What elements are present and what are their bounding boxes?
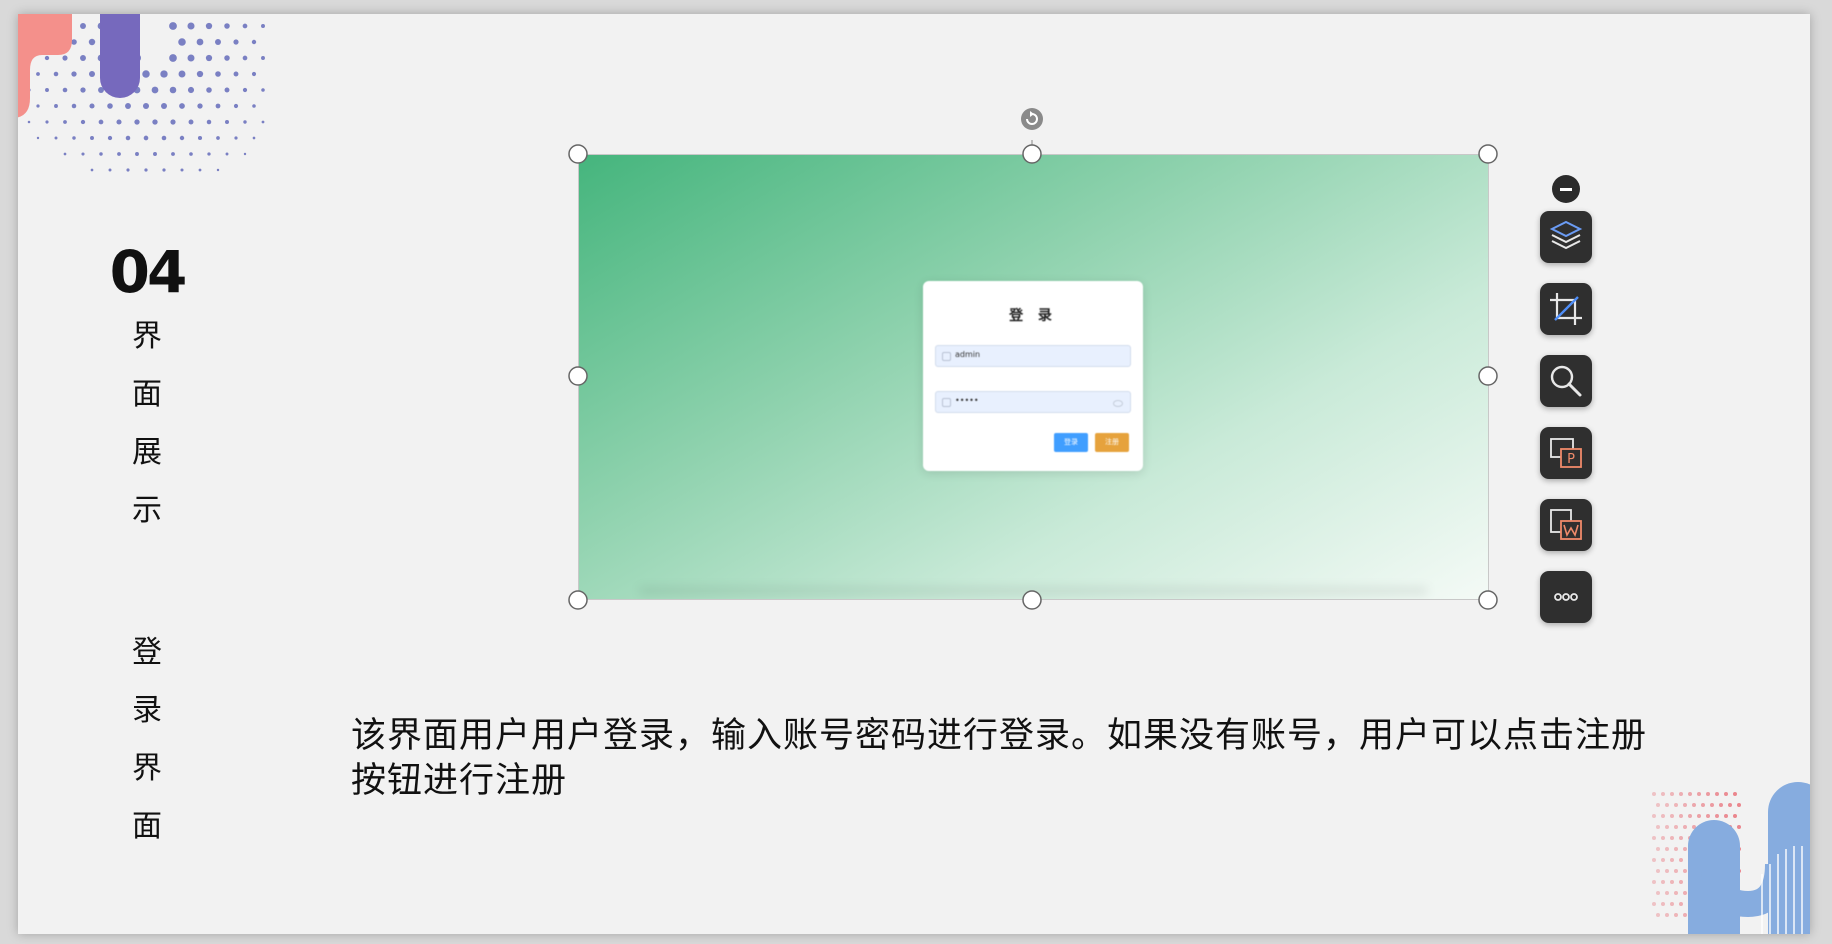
resize-handle-bottom-left[interactable] — [568, 590, 588, 610]
resize-handle-top-left[interactable] — [568, 144, 588, 164]
layers-icon[interactable] — [1540, 211, 1592, 263]
username-field: admin — [935, 345, 1131, 367]
password-field: ••••• — [935, 391, 1131, 413]
svg-text:P: P — [1567, 452, 1575, 467]
section-number: 04 — [109, 238, 188, 306]
slide: 04 界 面 展 示 登 录 界 面 该界面用户用户登录，输入账号密码进行登录。… — [18, 14, 1810, 934]
login-title: 登 录 — [1009, 308, 1057, 324]
subsection-title: 登 录 界 面 — [132, 635, 162, 844]
image-to-ppt-icon[interactable]: P — [1540, 427, 1592, 479]
username-value: admin — [955, 350, 981, 359]
section-title: 界 面 展 示 — [132, 319, 162, 528]
resize-handle-left[interactable] — [568, 366, 588, 386]
crop-icon[interactable] — [1540, 283, 1592, 335]
register-button: 注册 — [1095, 433, 1129, 452]
lock-icon — [942, 398, 951, 407]
resize-handle-top[interactable] — [1022, 144, 1042, 164]
resize-handle-right[interactable] — [1478, 366, 1498, 386]
eye-icon — [1113, 400, 1123, 407]
top-left-decoration — [18, 14, 265, 172]
more-icon[interactable] — [1540, 571, 1592, 623]
rotate-handle[interactable] — [1021, 108, 1043, 130]
login-card: 登 录 admin ••••• 登录 注册 — [923, 281, 1143, 471]
resize-handle-bottom[interactable] — [1022, 590, 1042, 610]
user-icon — [942, 352, 951, 361]
collapse-icon[interactable] — [1552, 175, 1580, 203]
bottom-right-decoration — [1652, 782, 1810, 934]
login-button: 登录 — [1054, 433, 1088, 452]
search-icon[interactable] — [1540, 355, 1592, 407]
caption-text[interactable]: 该界面用户用户登录，输入账号密码进行登录。如果没有账号，用户可以点击注册按钮进行… — [351, 714, 1671, 804]
embedded-login-screenshot[interactable]: 登 录 admin ••••• 登录 注册 — [578, 154, 1489, 600]
image-to-word-icon[interactable] — [1540, 499, 1592, 551]
password-value: ••••• — [955, 396, 979, 405]
resize-handle-bottom-right[interactable] — [1478, 590, 1498, 610]
resize-handle-top-right[interactable] — [1478, 144, 1498, 164]
